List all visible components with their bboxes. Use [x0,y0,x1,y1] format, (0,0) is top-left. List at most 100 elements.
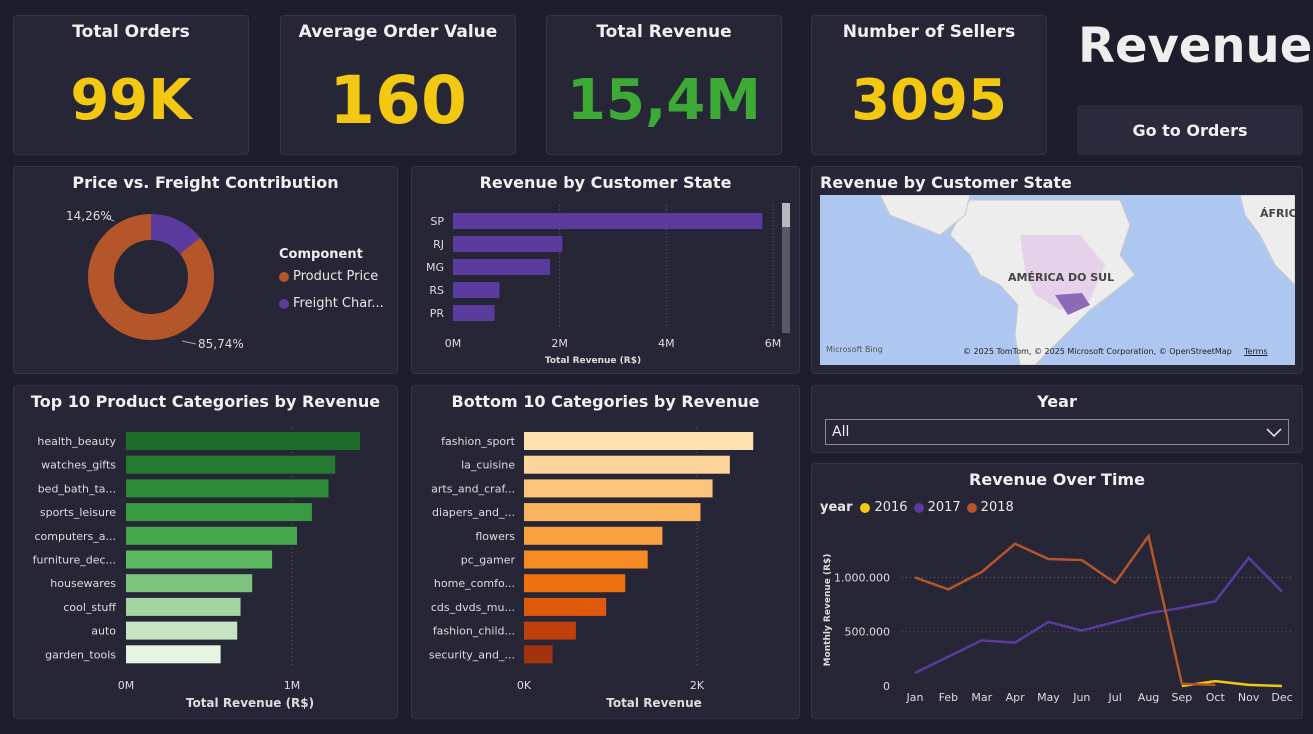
x-tick-label: 1M [284,679,301,692]
donut-label-freight: 14,26% [66,209,112,223]
y-tick-label: security_and_... [429,648,515,661]
bar-cds_dvds_mu...[interactable] [524,597,607,616]
legend-label: Freight Char... [293,296,384,311]
y-tick-label: watches_gifts [41,459,116,472]
map-label-continent: AMÉRICA DO SUL [1008,271,1115,284]
bar-diapers_and_...[interactable] [524,503,701,522]
bar-auto[interactable] [126,621,238,640]
bottom10-chart: 0K 2K fashion_sport la_cuisine arts_and_craf… [429,428,754,710]
scrollbar[interactable] [782,203,790,333]
chevron-down-icon [1266,428,1282,438]
bar-cool_stuff[interactable] [126,597,241,616]
x-tick-label: 2M [551,337,568,350]
bar-garden_tools[interactable] [126,645,221,664]
x-tick-label: Aug [1138,691,1159,704]
bar-furniture_dec...[interactable] [126,550,273,569]
x-axis-label: Total Revenue (R$) [545,356,641,366]
map-terms-link[interactable]: Terms [1244,347,1268,356]
kpi-value: 99K [70,68,192,133]
kpi-card-total-revenue: Total Revenue 15,4M [546,15,782,155]
kpi-value: 160 [329,62,467,139]
go-to-orders-button[interactable]: Go to Orders [1077,105,1303,155]
donut-legend-title: Component [279,247,363,262]
top10-card: Top 10 Product Categories by Revenue 0M 1… [13,385,398,719]
x-tick-label: Nov [1238,691,1260,704]
x-tick-label: 2K [690,679,705,692]
bar-RJ[interactable] [453,236,563,252]
x-tick-label: 0K [517,679,532,692]
bar-security_and_...[interactable] [524,645,553,664]
series-line-2017[interactable] [914,555,1283,675]
y-tick-label: arts_and_craf... [431,482,515,495]
bar-sports_leisure[interactable] [126,503,312,522]
bar-bed_bath_ta...[interactable] [126,479,329,498]
state-bar-card: Revenue by Customer State 0M 2M 4M 6M SP RJ MG… [411,166,800,374]
map[interactable]: AMÉRICA DO SUL ÁFRIC Microsoft Bing © 20… [820,195,1295,365]
x-tick-label: Apr [1006,691,1026,704]
y-tick-label: la_cuisine [461,459,515,472]
y-tick-label: RS [429,284,444,297]
x-tick-label: 0M [118,679,135,692]
legend-label: Product Price [293,269,379,284]
x-axis-label: Total Revenue (R$) [186,696,314,710]
bar-fashion_sport[interactable] [524,432,754,450]
y-tick-label: 1.000.000 [834,571,890,584]
legend-dot [279,298,289,309]
y-axis-label: Monthly Revenue (R$) [823,554,833,667]
bar-health_beauty[interactable] [126,432,361,450]
bar-pc_gamer[interactable] [524,550,648,569]
kpi-value: 3095 [851,68,1007,133]
y-tick-label: 500.000 [845,626,891,639]
top10-chart: 0M 1M health_beauty watches_gifts bed_bath_t… [33,428,361,710]
kpi-card-average-order-value: Average Order Value 160 [280,15,516,155]
bar-home_comfo...[interactable] [524,574,626,593]
bar-flowers[interactable] [524,526,663,545]
bar-SP[interactable] [453,213,763,229]
donut-label-price: 85,74% [198,337,244,351]
legend-item-product-price[interactable]: Product Price [279,269,378,284]
kpi-card-number-of-sellers: Number of Sellers 3095 [811,15,1047,155]
bar-arts_and_craf...[interactable] [524,479,713,498]
x-tick-label: Mar [971,691,992,704]
donut-title: Price vs. Freight Contribution [72,173,339,192]
y-tick-label: SP [430,215,444,228]
x-tick-label: 6M [765,337,782,350]
page-title: Revenue [1078,18,1313,74]
kpi-title: Total Orders [72,22,190,42]
donut-chart: 14,26% 85,74% [66,209,244,351]
x-axis-label: Total Revenue [606,696,702,710]
year-dropdown-value: All [832,424,850,440]
scrollbar-thumb[interactable] [782,203,790,227]
bar-RS[interactable] [453,282,500,298]
year-slicer-card: Year All [811,385,1303,453]
bar-PR[interactable] [453,305,495,321]
bar-watches_gifts[interactable] [126,455,336,474]
map-label-africa: ÁFRIC [1260,207,1295,220]
y-tick-label: fashion_child... [433,625,515,638]
y-tick-label: computers_a... [34,530,116,543]
year-slicer-title: Year [1037,392,1077,411]
bar-MG[interactable] [453,259,551,275]
kpi-title: Average Order Value [298,22,498,42]
bar-computers_a...[interactable] [126,526,297,545]
bar-housewares[interactable] [126,574,253,593]
map-title: Revenue by Customer State [820,173,1072,192]
y-tick-label: cds_dvds_mu... [431,601,515,614]
y-tick-label: home_comfo... [434,577,515,590]
x-tick-label: Sep [1172,691,1193,704]
y-tick-label: 0 [883,680,890,693]
year-dropdown[interactable]: All [825,419,1289,445]
x-tick-label: May [1037,691,1060,704]
line-chart: 1.000.000 500.000 0 Jan Feb Mar Apr May Jun Jul Au… [823,533,1293,704]
y-tick-label: cool_stuff [63,601,116,614]
donut-card: Price vs. Freight Contribution 14,26% 85,… [13,166,398,374]
legend-item-freight[interactable]: Freight Char... [279,296,384,311]
bottom10-card: Bottom 10 Categories by Revenue 0K 2K fash… [411,385,800,719]
bar-la_cuisine[interactable] [524,455,730,474]
bar-fashion_child...[interactable] [524,621,576,640]
x-tick-label: 4M [658,337,675,350]
y-tick-label: flowers [475,530,515,543]
y-tick-label: PR [430,307,445,320]
x-tick-label: Jul [1108,691,1122,704]
kpi-title: Total Revenue [596,22,732,42]
